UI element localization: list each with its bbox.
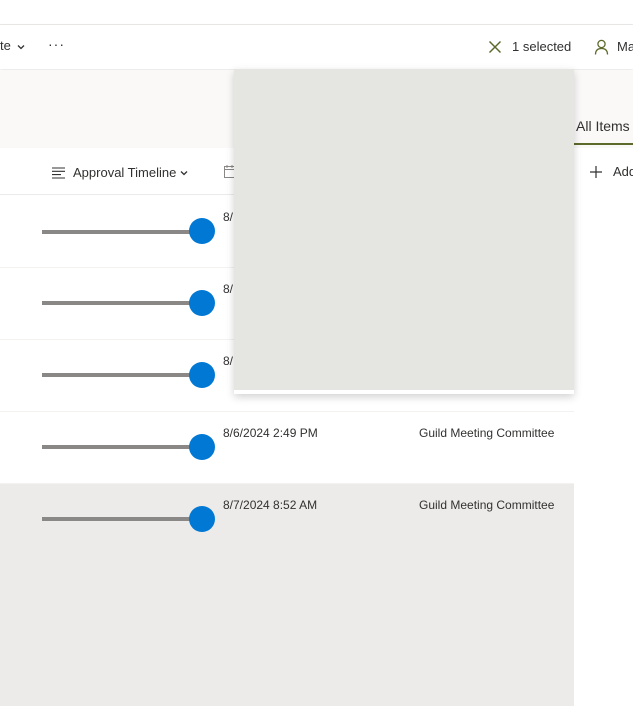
list-item[interactable]: 8/6/2024 2:49 PM Guild Meeting Committee	[0, 412, 574, 484]
list-item-selected[interactable]: 8/7/2024 8:52 AM Guild Meeting Committee	[0, 484, 574, 555]
user-menu-label[interactable]: Ma	[617, 39, 633, 54]
created-date: 8/	[223, 282, 234, 296]
active-tab-indicator	[574, 143, 633, 145]
slider-track	[42, 517, 202, 521]
created-date: 8/	[223, 354, 234, 368]
created-date: 8/7/2024 8:52 AM	[223, 498, 318, 512]
text-lines-icon	[52, 167, 65, 179]
slider-thumb[interactable]	[189, 506, 215, 532]
command-truncated-label[interactable]: te	[0, 38, 11, 53]
chevron-down-icon[interactable]	[179, 168, 189, 178]
person-icon[interactable]	[594, 39, 609, 55]
selected-row-extension	[0, 555, 574, 706]
top-strip	[0, 0, 633, 25]
created-date: 8/6/2024 2:49 PM	[223, 426, 318, 440]
slider-track	[42, 445, 202, 449]
more-actions-button[interactable]: ···	[48, 36, 65, 52]
slider-track	[42, 373, 202, 377]
close-icon[interactable]	[488, 40, 502, 54]
selection-count: 1 selected	[512, 39, 572, 54]
committee-cell: Guild Meeting Committee	[419, 498, 555, 512]
tab-all-items[interactable]: All Items	[576, 118, 630, 134]
column-approval-timeline[interactable]: Approval Timeline	[73, 165, 176, 180]
slider-thumb[interactable]	[189, 434, 215, 460]
slider-track	[42, 301, 202, 305]
slider-thumb[interactable]	[189, 290, 215, 316]
chevron-down-icon[interactable]	[16, 42, 26, 52]
slider-thumb[interactable]	[189, 362, 215, 388]
slider-track	[42, 230, 202, 234]
committee-cell: Guild Meeting Committee	[419, 426, 555, 440]
plus-icon[interactable]	[590, 166, 602, 178]
add-column-button[interactable]: Add	[613, 164, 633, 179]
slider-thumb[interactable]	[189, 218, 215, 244]
hover-callout	[234, 69, 574, 394]
